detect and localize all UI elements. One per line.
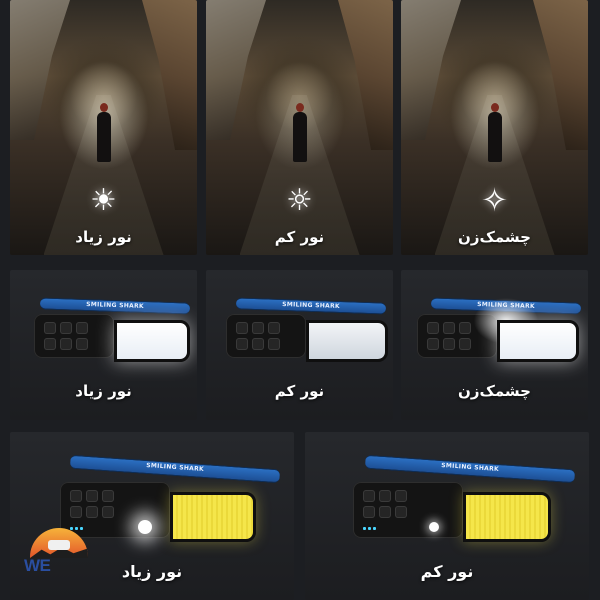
- button-grid: [363, 490, 407, 518]
- logo-text: WE: [24, 556, 51, 576]
- caption-low: نور کم: [274, 382, 325, 400]
- cob-light-panel: [170, 492, 256, 542]
- person-silhouette: [96, 103, 111, 162]
- lamp-tile-low: SMILING SHARK نور کم: [206, 270, 393, 420]
- cob-light-panel: [114, 320, 190, 362]
- button-grid: [427, 322, 471, 350]
- cob-light-panel: [306, 320, 388, 362]
- sun-icon: ☀: [90, 183, 117, 218]
- caption-low: نور کم: [274, 228, 325, 246]
- headband-strap: SMILING SHARK: [39, 297, 191, 315]
- sun-outline-icon: ☼: [286, 183, 313, 218]
- cob-light-panel: [497, 320, 579, 362]
- cob-light-panel: [463, 492, 551, 542]
- spot-light: [429, 522, 439, 532]
- caption-high: نور زیاد: [75, 228, 132, 246]
- strap-brand-text: SMILING SHARK: [282, 300, 341, 311]
- strap-brand-text: SMILING SHARK: [441, 461, 500, 474]
- lamp-tile-yellow-low: SMILING SHARK نور کم: [305, 432, 589, 600]
- van-icon: [48, 540, 70, 550]
- headband-strap: SMILING SHARK: [364, 454, 576, 484]
- brand-logo: WE: [24, 528, 94, 578]
- headlamp-body: [34, 314, 114, 358]
- person-silhouette: [487, 103, 502, 162]
- headlamp-body: [353, 482, 463, 538]
- caption-high: نور زیاد: [75, 382, 132, 400]
- logo-wordmark: WE: [24, 556, 51, 575]
- strap-brand-text: SMILING SHARK: [146, 461, 205, 474]
- cave-tile-flash: ✧ چشمک‌زن: [401, 0, 588, 255]
- headlamp-body: [226, 314, 306, 358]
- cave-rock-right: [142, 0, 197, 150]
- caption-flash: چشمک‌زن: [458, 382, 531, 400]
- cave-rock-right: [338, 0, 393, 150]
- person-silhouette: [292, 103, 307, 162]
- headband-strap: SMILING SHARK: [69, 454, 281, 484]
- caption-flash: چشمک‌زن: [458, 228, 531, 246]
- lamp-tile-high: SMILING SHARK نور زیاد: [10, 270, 197, 420]
- battery-indicator: [363, 527, 376, 530]
- lamp-tile-flash: SMILING SHARK چشمک‌زن: [401, 270, 588, 420]
- button-grid: [236, 322, 280, 350]
- spot-light: [138, 520, 152, 534]
- cave-rock-right: [533, 0, 588, 150]
- headband-strap: SMILING SHARK: [235, 297, 387, 315]
- cave-tile-low: ☼ نور کم: [206, 0, 393, 255]
- cave-tile-high: ☀ نور زیاد: [10, 0, 197, 255]
- button-grid: [44, 322, 88, 350]
- strap-brand-text: SMILING SHARK: [86, 300, 145, 311]
- caption-low: نور کم: [420, 562, 474, 581]
- button-grid: [70, 490, 114, 518]
- star-sparkle-icon: ✧: [481, 181, 508, 219]
